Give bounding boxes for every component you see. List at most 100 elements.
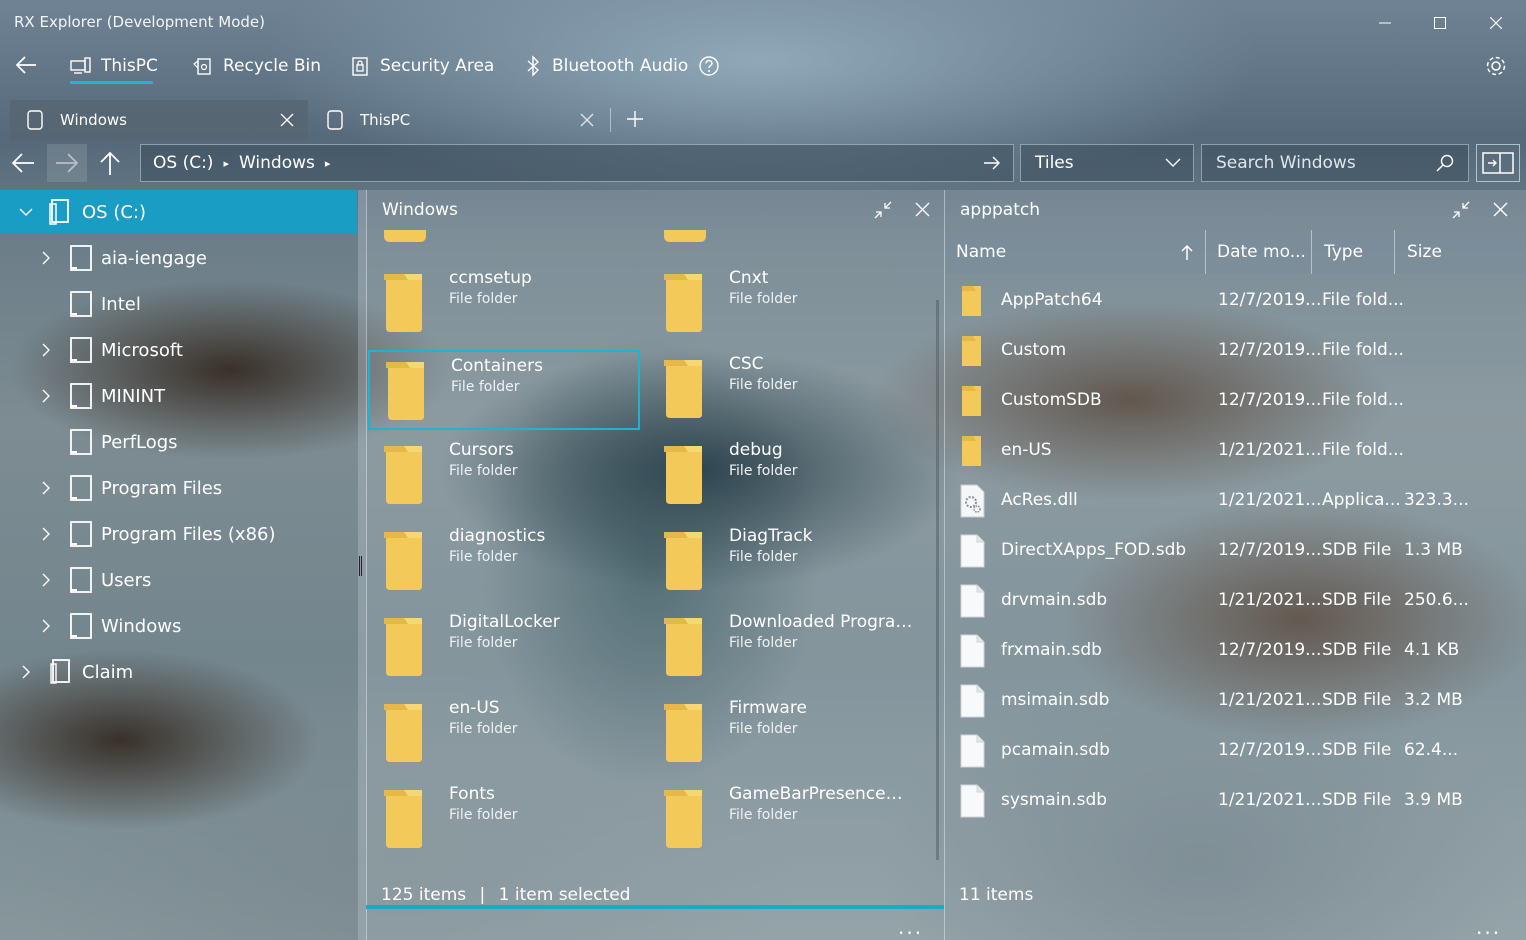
folder-outline-icon: [70, 613, 92, 639]
table-row[interactable]: pcamain.sdb 12/7/2019... SDB File 62.4...: [946, 726, 1526, 776]
close-icon: [915, 202, 930, 217]
pane-expand-button[interactable]: [1452, 201, 1470, 219]
folder-tile[interactable]: DiagTrack File folder: [648, 522, 920, 602]
breadcrumb-separator-icon[interactable]: ▸: [325, 157, 331, 170]
tile-name: Cursors: [449, 440, 514, 460]
back-button[interactable]: [10, 151, 36, 175]
folder-tile[interactable]: ccmsetup File folder: [368, 264, 640, 344]
search-input[interactable]: Search Windows: [1201, 144, 1469, 182]
table-row[interactable]: frxmain.sdb 12/7/2019... SDB File 4.1 KB: [946, 626, 1526, 676]
table-row[interactable]: drvmain.sdb 1/21/2021... SDB File 250.6...: [946, 576, 1526, 626]
cell-type: SDB File: [1322, 790, 1392, 810]
tree-item[interactable]: Users: [36, 558, 151, 602]
address-bar[interactable]: OS (C:) ▸ Windows ▸: [140, 144, 1014, 182]
table-row[interactable]: msimain.sdb 1/21/2021... SDB File 3.2 MB: [946, 676, 1526, 726]
folder-tile[interactable]: Cursors File folder: [368, 436, 640, 516]
nav-bluetooth-audio[interactable]: Bluetooth Audio: [523, 52, 729, 80]
nav-thispc[interactable]: ThisPC: [70, 52, 158, 80]
add-tab-button[interactable]: [626, 110, 644, 128]
minimize-button[interactable]: [1362, 8, 1408, 38]
splitter-grip-icon[interactable]: [359, 556, 362, 576]
pane-scrollbar[interactable]: [936, 300, 939, 860]
breadcrumb-os[interactable]: OS (C:): [153, 153, 213, 173]
close-tab-icon[interactable]: [580, 113, 594, 127]
tree-item[interactable]: Windows: [36, 604, 181, 648]
table-row[interactable]: AcRes.dll 1/21/2021... Applica... 323.3...: [946, 476, 1526, 526]
tree-item-os-drive[interactable]: OS (C:): [16, 190, 146, 234]
pane-expand-button[interactable]: [874, 201, 892, 219]
column-name[interactable]: Name: [956, 242, 1006, 262]
view-mode-select[interactable]: Tiles: [1020, 144, 1194, 182]
table-row[interactable]: CustomSDB 12/7/2019... File fold...: [946, 376, 1526, 426]
tree-item[interactable]: MININT: [36, 374, 165, 418]
column-size[interactable]: Size: [1407, 242, 1442, 262]
column-date[interactable]: Date mo...: [1217, 242, 1306, 262]
tile-name: debug: [729, 440, 783, 460]
tile-name: DiagTrack: [729, 526, 813, 546]
tree-item[interactable]: aia-iengage: [36, 236, 207, 280]
folder-tile[interactable]: Cnxt File folder: [648, 264, 920, 344]
column-type[interactable]: Type: [1324, 242, 1363, 262]
help-icon[interactable]: [698, 55, 720, 77]
table-row[interactable]: en-US 1/21/2021... File fold...: [946, 426, 1526, 476]
tab-windows[interactable]: Windows: [10, 100, 308, 140]
cell-date: 12/7/2019...: [1218, 340, 1322, 360]
folder-tile[interactable]: diagnostics File folder: [368, 522, 640, 602]
folder-tile[interactable]: debug File folder: [648, 436, 920, 516]
breadcrumb-windows[interactable]: Windows: [239, 153, 315, 173]
settings-button[interactable]: [1484, 54, 1508, 78]
folder-tile[interactable]: Fonts File folder: [368, 780, 640, 860]
sort-ascending-icon[interactable]: [1180, 244, 1194, 260]
folder-icon: [959, 284, 985, 318]
tree-item[interactable]: Program Files: [36, 466, 222, 510]
close-window-button[interactable]: [1473, 8, 1519, 38]
breadcrumb-separator-icon[interactable]: ▸: [223, 157, 229, 170]
search-icon: [1436, 154, 1454, 172]
more-options-button[interactable]: ...: [898, 915, 923, 939]
table-row[interactable]: sysmain.sdb 1/21/2021... SDB File 3.9 MB: [946, 776, 1526, 826]
folder-tile[interactable]: Firmware File folder: [648, 694, 920, 774]
column-header: Name Date mo... Type Size: [946, 230, 1526, 274]
nav-recycle-bin[interactable]: Recycle Bin: [192, 52, 321, 80]
tree-item[interactable]: PerfLogs: [36, 420, 178, 464]
cell-name: pcamain.sdb: [1001, 740, 1110, 760]
folder-tile[interactable]: Containers File folder: [368, 350, 640, 430]
folder-tile[interactable]: Downloaded Program... File folder: [648, 608, 920, 688]
tree-item[interactable]: Microsoft: [36, 328, 183, 372]
chevron-right-icon[interactable]: [42, 619, 50, 633]
chevron-right-icon[interactable]: [42, 481, 50, 495]
file-icon: [959, 734, 985, 768]
maximize-button[interactable]: [1417, 8, 1463, 38]
chevron-right-icon[interactable]: [42, 527, 50, 541]
back-nav-button[interactable]: [14, 54, 38, 76]
table-row[interactable]: AppPatch64 12/7/2019... File fold...: [946, 276, 1526, 326]
chevron-right-icon[interactable]: [42, 573, 50, 587]
nav-security-area[interactable]: Security Area: [351, 52, 494, 80]
go-arrow-icon[interactable]: [983, 155, 1001, 171]
table-row[interactable]: Custom 12/7/2019... File fold...: [946, 326, 1526, 376]
folder-tile[interactable]: en-US File folder: [368, 694, 640, 774]
tree-item[interactable]: Program Files (x86): [36, 512, 276, 556]
close-tab-icon[interactable]: [280, 113, 294, 127]
up-button[interactable]: [98, 150, 122, 176]
folder-tile[interactable]: CSC File folder: [648, 350, 920, 430]
cell-size: 62.4...: [1404, 740, 1459, 760]
folder-tile[interactable]: GameBarPresenceWriter File folder: [648, 780, 920, 860]
table-row[interactable]: DirectXApps_FOD.sdb 12/7/2019... SDB File 1…: [946, 526, 1526, 576]
pane-close-button[interactable]: [915, 202, 930, 217]
chevron-right-icon[interactable]: [42, 389, 50, 403]
tile-type: File folder: [729, 807, 798, 823]
dual-pane-button[interactable]: [1476, 144, 1520, 182]
more-options-button[interactable]: ...: [1476, 915, 1501, 939]
folder-icon: [664, 618, 702, 676]
folder-tile[interactable]: DigitalLocker File folder: [368, 608, 640, 688]
tree-item[interactable]: Intel: [36, 282, 141, 326]
tree-item-claim[interactable]: Claim: [16, 650, 133, 694]
chevron-right-icon[interactable]: [42, 251, 50, 265]
chevron-down-icon[interactable]: [19, 208, 33, 216]
pane-close-button[interactable]: [1493, 202, 1508, 217]
chevron-right-icon[interactable]: [42, 343, 50, 357]
tab-thispc[interactable]: ThisPC: [310, 100, 608, 140]
forward-button[interactable]: [47, 144, 87, 182]
chevron-right-icon[interactable]: [22, 665, 30, 679]
